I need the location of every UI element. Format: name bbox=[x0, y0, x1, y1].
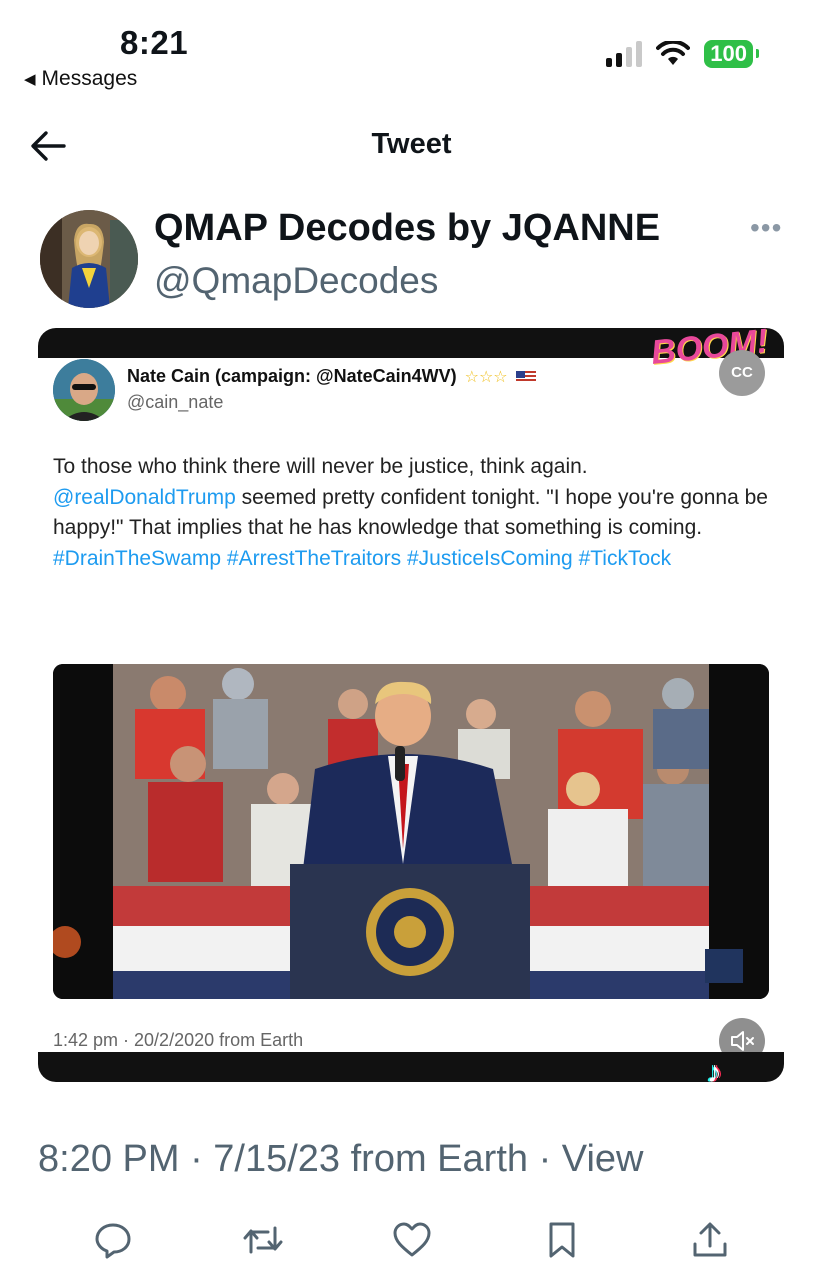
embedded-text-part-1: To those who think there will never be j… bbox=[53, 455, 588, 478]
status-time: 8:21 bbox=[120, 24, 189, 61]
tweet-media-video[interactable]: BOOM! Nate Cain (campaign: @NateCain4WV)… bbox=[38, 328, 784, 1082]
back-triangle-icon: ◀ bbox=[24, 71, 36, 88]
embedded-author-avatar bbox=[53, 359, 115, 421]
cellular-signal-icon bbox=[606, 41, 643, 67]
tweet-actions-bar bbox=[0, 1218, 823, 1268]
embedded-video-frame bbox=[53, 664, 769, 999]
back-to-messages-label: Messages bbox=[41, 67, 138, 90]
video-bottom-bar bbox=[38, 1052, 784, 1082]
more-options-icon[interactable]: ••• bbox=[750, 212, 782, 244]
bookmark-button[interactable] bbox=[540, 1218, 584, 1262]
back-to-messages[interactable]: ◀ Messages bbox=[24, 67, 137, 91]
tweet-meta: 8:20 PM · 7/15/23 from Earth · View bbox=[38, 1138, 643, 1181]
tweet-timestamp: 8:20 PM · 7/15/23 from Earth bbox=[38, 1138, 529, 1180]
like-button[interactable] bbox=[390, 1218, 434, 1262]
heart-icon bbox=[393, 1222, 431, 1257]
view-link[interactable]: View bbox=[562, 1138, 644, 1180]
meta-separator: · bbox=[538, 1138, 562, 1180]
stars-emoji-icon: ☆☆☆ bbox=[464, 368, 508, 386]
embedded-timestamp: 1:42 pm · 20/2/2020 from Earth bbox=[53, 1030, 304, 1050]
page-title: Tweet bbox=[371, 128, 452, 160]
wifi-icon bbox=[656, 41, 691, 65]
embedded-author-handle: @cain_nate bbox=[127, 392, 224, 412]
reply-icon bbox=[95, 1223, 131, 1259]
author-avatar[interactable] bbox=[40, 210, 138, 308]
author-handle[interactable]: @QmapDecodes bbox=[154, 260, 438, 302]
embedded-mention: @realDonaldTrump bbox=[53, 485, 236, 509]
flag-emoji-icon bbox=[515, 370, 536, 383]
battery-indicator: 100 bbox=[704, 40, 759, 68]
tiktok-logo-icon: ♪ bbox=[707, 1056, 722, 1082]
status-indicators: 100 bbox=[606, 40, 759, 68]
embedded-tweet-text: To those who think there will never be j… bbox=[53, 452, 773, 574]
embedded-author-name: Nate Cain (campaign: @NateCain4WV) bbox=[127, 366, 457, 386]
share-icon bbox=[693, 1222, 727, 1257]
captions-button[interactable]: CC bbox=[719, 350, 765, 396]
speaker-muted-icon bbox=[731, 1031, 754, 1051]
embedded-author-name-row: Nate Cain (campaign: @NateCain4WV) ☆☆☆ bbox=[127, 366, 536, 387]
share-button[interactable] bbox=[688, 1218, 732, 1262]
reply-button[interactable] bbox=[91, 1218, 135, 1262]
retweet-icon bbox=[243, 1226, 283, 1254]
retweet-button[interactable] bbox=[241, 1218, 285, 1262]
author-name[interactable]: QMAP Decodes by JQANNE bbox=[154, 207, 660, 250]
bookmark-icon bbox=[549, 1222, 575, 1258]
embedded-hashtags: #DrainTheSwamp #ArrestTheTraitors #Justi… bbox=[53, 546, 672, 570]
